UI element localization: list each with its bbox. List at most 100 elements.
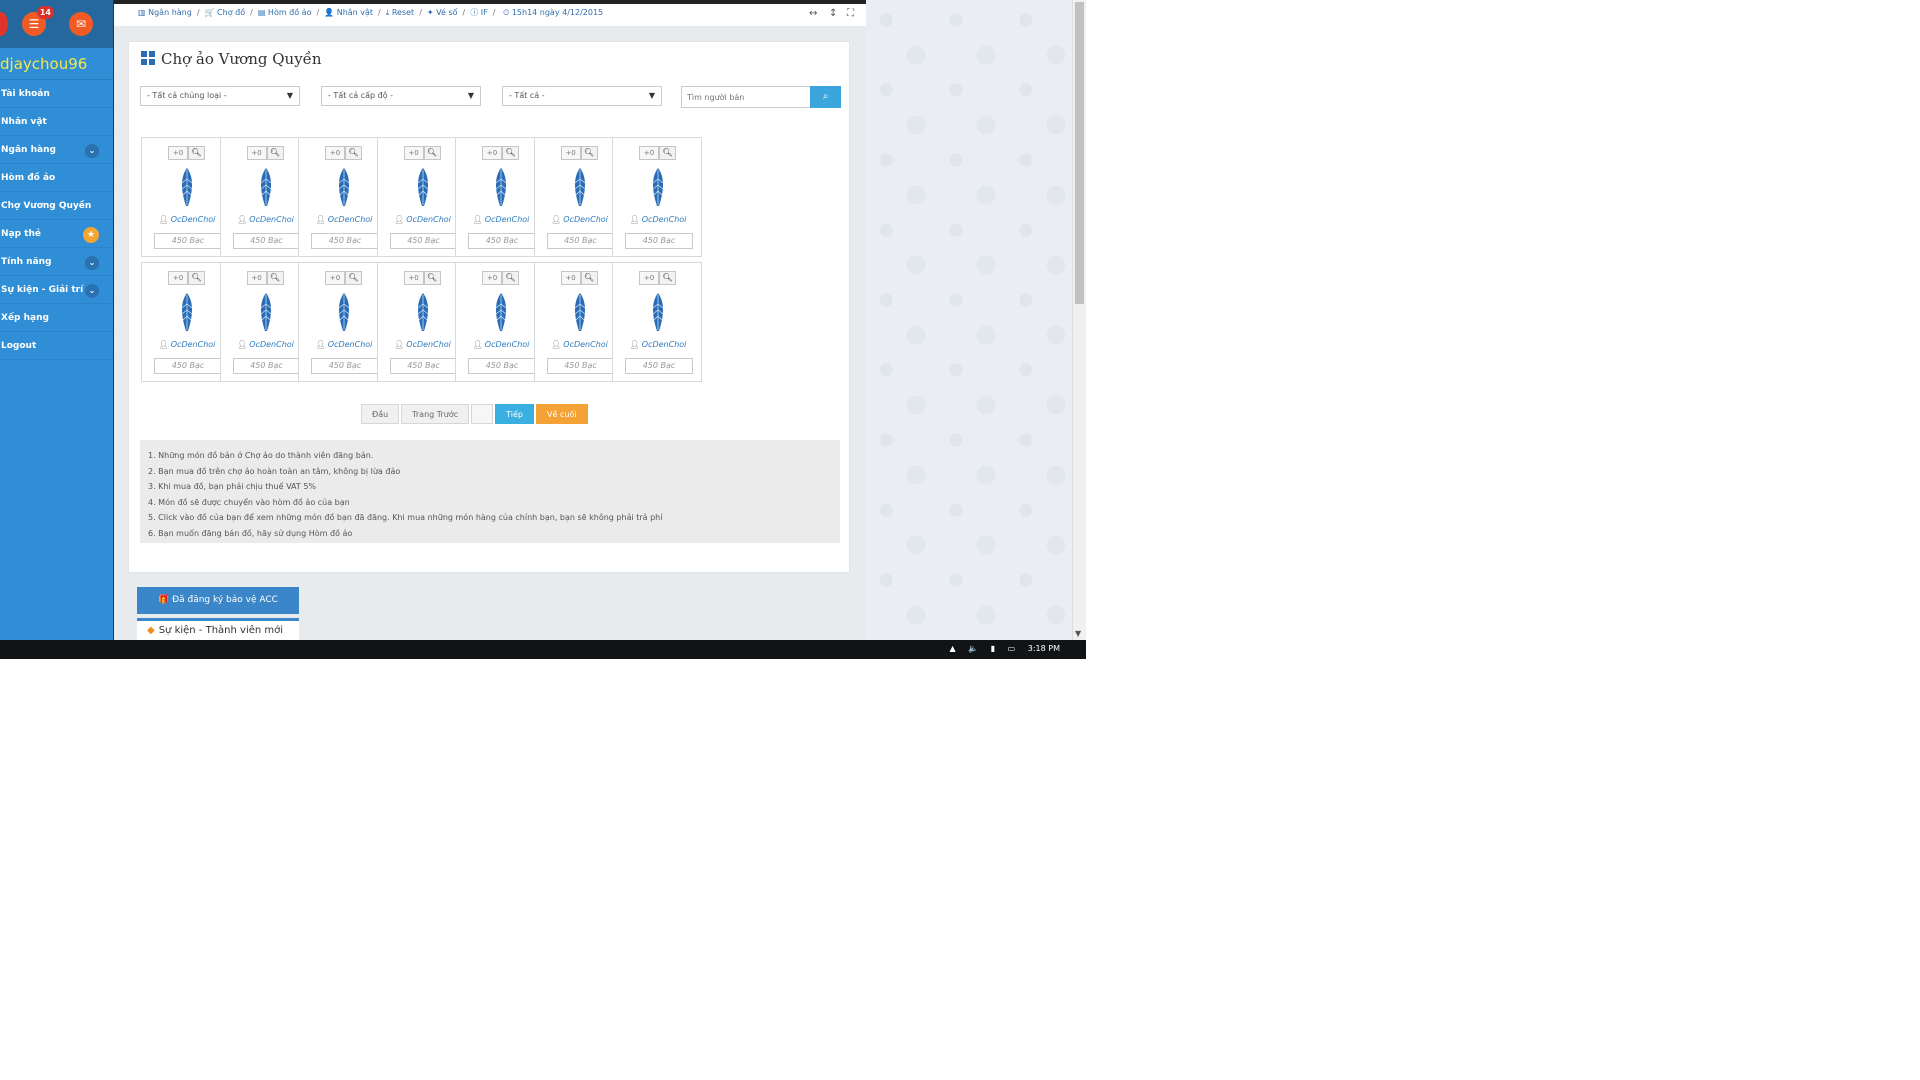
network-icon[interactable]: ▮ [991,644,995,653]
item-price[interactable]: 450 Bạc [389,358,458,374]
last-page-button[interactable]: Về cuối [536,404,588,424]
zoom-icon[interactable]: 🔍︎ [423,146,441,160]
zoom-icon[interactable]: 🔍︎ [502,146,519,160]
sidebar-item[interactable]: Tính năng ⌄ [0,248,113,276]
market-item[interactable]: +0 🔍︎ 👤︎ OcDenChoi 450 Bạc [612,137,702,257]
zoom-icon[interactable]: 🔍︎ [580,271,598,285]
item-price[interactable]: 450 Bạc [232,233,301,249]
prev-page-button[interactable]: Trang Trước [401,404,470,424]
next-page-button[interactable]: Tiếp [495,404,535,424]
item-seller[interactable]: 👤︎ OcDenChoi [613,215,703,224]
breadcrumb-link[interactable]: Chợ đồ [217,8,245,17]
zoom-icon[interactable]: 🔍︎ [188,146,205,160]
item-price[interactable]: 450 Bạc [468,358,536,374]
market-item[interactable]: +0 🔍︎ 👤︎ OcDenChoi 450 Bạc [219,137,311,257]
item-seller[interactable]: 👤︎ OcDenChoi [142,340,232,349]
item-price[interactable]: 450 Bạc [232,358,301,374]
item-seller[interactable]: 👤︎ OcDenChoi [378,340,468,349]
market-item[interactable]: +0 🔍︎ 👤︎ OcDenChoi 450 Bạc [298,137,388,257]
item-seller[interactable]: 👤︎ OcDenChoi [221,215,311,224]
zoom-icon[interactable]: 🔍︎ [266,271,284,285]
sidebar-item[interactable]: Chợ Vương Quyền [0,192,113,220]
zoom-icon[interactable]: 🔍︎ [659,146,676,160]
sidebar-item[interactable]: Sự kiện - Giải trí ⌄ [0,276,113,304]
item-seller[interactable]: 👤︎ OcDenChoi [299,340,389,349]
breadcrumb-link[interactable]: Ngân hàng [148,8,192,17]
breadcrumb-link[interactable]: IF [481,8,488,17]
sidebar-item[interactable]: Tài khoản [0,80,113,108]
scroll-down-icon[interactable]: ▼ [1075,629,1081,638]
item-seller[interactable]: 👤︎ OcDenChoi [142,215,232,224]
other-filter-select[interactable]: - Tất cả - ▼ [502,86,662,106]
sidebar-item[interactable]: Nhân vật [0,108,113,136]
event-box[interactable]: ◆ Sự kiện - Thành viên mới [137,618,299,640]
item-price[interactable]: 450 Bạc [311,358,379,374]
market-item[interactable]: +0 🔍︎ 👤︎ OcDenChoi 450 Bạc [455,137,545,257]
item-price[interactable]: 450 Bạc [546,358,615,374]
item-price[interactable]: 450 Bạc [546,233,615,249]
sidebar-item[interactable]: Logout [0,332,113,360]
market-item[interactable]: +0 🔍︎ 👤︎ OcDenChoi 450 Bạc [612,262,702,382]
market-item[interactable]: +0 🔍︎ 👤︎ OcDenChoi 450 Bạc [141,262,231,382]
item-seller[interactable]: 👤︎ OcDenChoi [378,215,468,224]
seller-search-input[interactable] [681,86,811,108]
zoom-icon[interactable]: 🔍︎ [266,146,284,160]
item-seller[interactable]: 👤︎ OcDenChoi [535,340,625,349]
home-icon[interactable] [0,12,8,36]
breadcrumb-link[interactable]: Nhân vật [337,8,373,17]
breadcrumb-link[interactable]: Hòm đồ ảo [268,8,312,17]
market-item[interactable]: +0 🔍︎ 👤︎ OcDenChoi 450 Bạc [298,262,388,382]
market-item[interactable]: +0 🔍︎ 👤︎ OcDenChoi 450 Bạc [141,137,231,257]
item-price[interactable]: 450 Bạc [311,233,379,249]
scrollbar-thumb[interactable] [1075,2,1084,304]
sidebar-item[interactable]: Ngân hàng ⌄ [0,136,113,164]
page-scrollbar[interactable]: ▼ [1072,0,1086,640]
sidebar-item[interactable]: Hòm đồ ảo [0,164,113,192]
taskbar-clock[interactable]: 3:18 PM [1028,644,1060,653]
sidebar-item[interactable]: Nạp thẻ ★ [0,220,113,248]
zoom-icon[interactable]: 🔍︎ [580,146,598,160]
fullscreen-icon[interactable]: ⛶ [847,8,854,19]
zoom-icon[interactable]: 🔍︎ [659,271,676,285]
sidebar-item[interactable]: Xếp hạng [0,304,113,332]
item-seller[interactable]: 👤︎ OcDenChoi [613,340,703,349]
zoom-icon[interactable]: 🔍︎ [188,271,205,285]
market-item[interactable]: +0 🔍︎ 👤︎ OcDenChoi 450 Bạc [376,262,468,382]
zoom-icon[interactable]: 🔍︎ [345,146,362,160]
item-price[interactable]: 450 Bạc [625,358,693,374]
action-center-icon[interactable]: ▭ [1008,644,1016,653]
item-price[interactable]: 450 Bạc [625,233,693,249]
account-protection-button[interactable]: 🎁 Đã đăng ký bảo vệ ACC [137,587,299,614]
feather-icon [648,167,668,207]
item-seller[interactable]: 👤︎ OcDenChoi [535,215,625,224]
item-seller[interactable]: 👤︎ OcDenChoi [456,215,546,224]
item-price[interactable]: 450 Bạc [468,233,536,249]
breadcrumb-link[interactable]: Vé số [436,8,457,17]
minimize-icon[interactable]: ↔ [809,8,817,19]
zoom-icon[interactable]: 🔍︎ [502,271,519,285]
notifications-button[interactable]: ☰ 14 [22,6,54,36]
zoom-icon[interactable]: 🔍︎ [345,271,362,285]
level-filter-select[interactable]: - Tất cả cấp độ - ▼ [321,86,481,106]
item-seller[interactable]: 👤︎ OcDenChoi [456,340,546,349]
vertical-resize-icon[interactable]: ↕ [829,8,837,19]
type-filter-select[interactable]: - Tất cả chủng loại - ▼ [140,86,300,106]
item-price[interactable]: 450 Bạc [154,358,222,374]
item-seller[interactable]: 👤︎ OcDenChoi [221,340,311,349]
market-item[interactable]: +0 🔍︎ 👤︎ OcDenChoi 450 Bạc [533,137,625,257]
volume-icon[interactable]: 🔈 [968,644,978,653]
item-qty: +0 [639,271,659,285]
market-item[interactable]: +0 🔍︎ 👤︎ OcDenChoi 450 Bạc [376,137,468,257]
tray-up-icon[interactable]: ▲ [949,644,955,653]
chat-icon[interactable]: ✉ [69,12,93,36]
breadcrumb-link[interactable]: Reset [392,8,414,17]
item-price[interactable]: 450 Bạc [154,233,222,249]
market-item[interactable]: +0 🔍︎ 👤︎ OcDenChoi 450 Bạc [533,262,625,382]
item-price[interactable]: 450 Bạc [389,233,458,249]
market-item[interactable]: +0 🔍︎ 👤︎ OcDenChoi 450 Bạc [219,262,311,382]
zoom-icon[interactable]: 🔍︎ [423,271,441,285]
first-page-button[interactable]: Đầu [361,404,400,424]
market-item[interactable]: +0 🔍︎ 👤︎ OcDenChoi 450 Bạc [455,262,545,382]
item-seller[interactable]: 👤︎ OcDenChoi [299,215,389,224]
search-button[interactable]: ⌕ [810,86,841,108]
